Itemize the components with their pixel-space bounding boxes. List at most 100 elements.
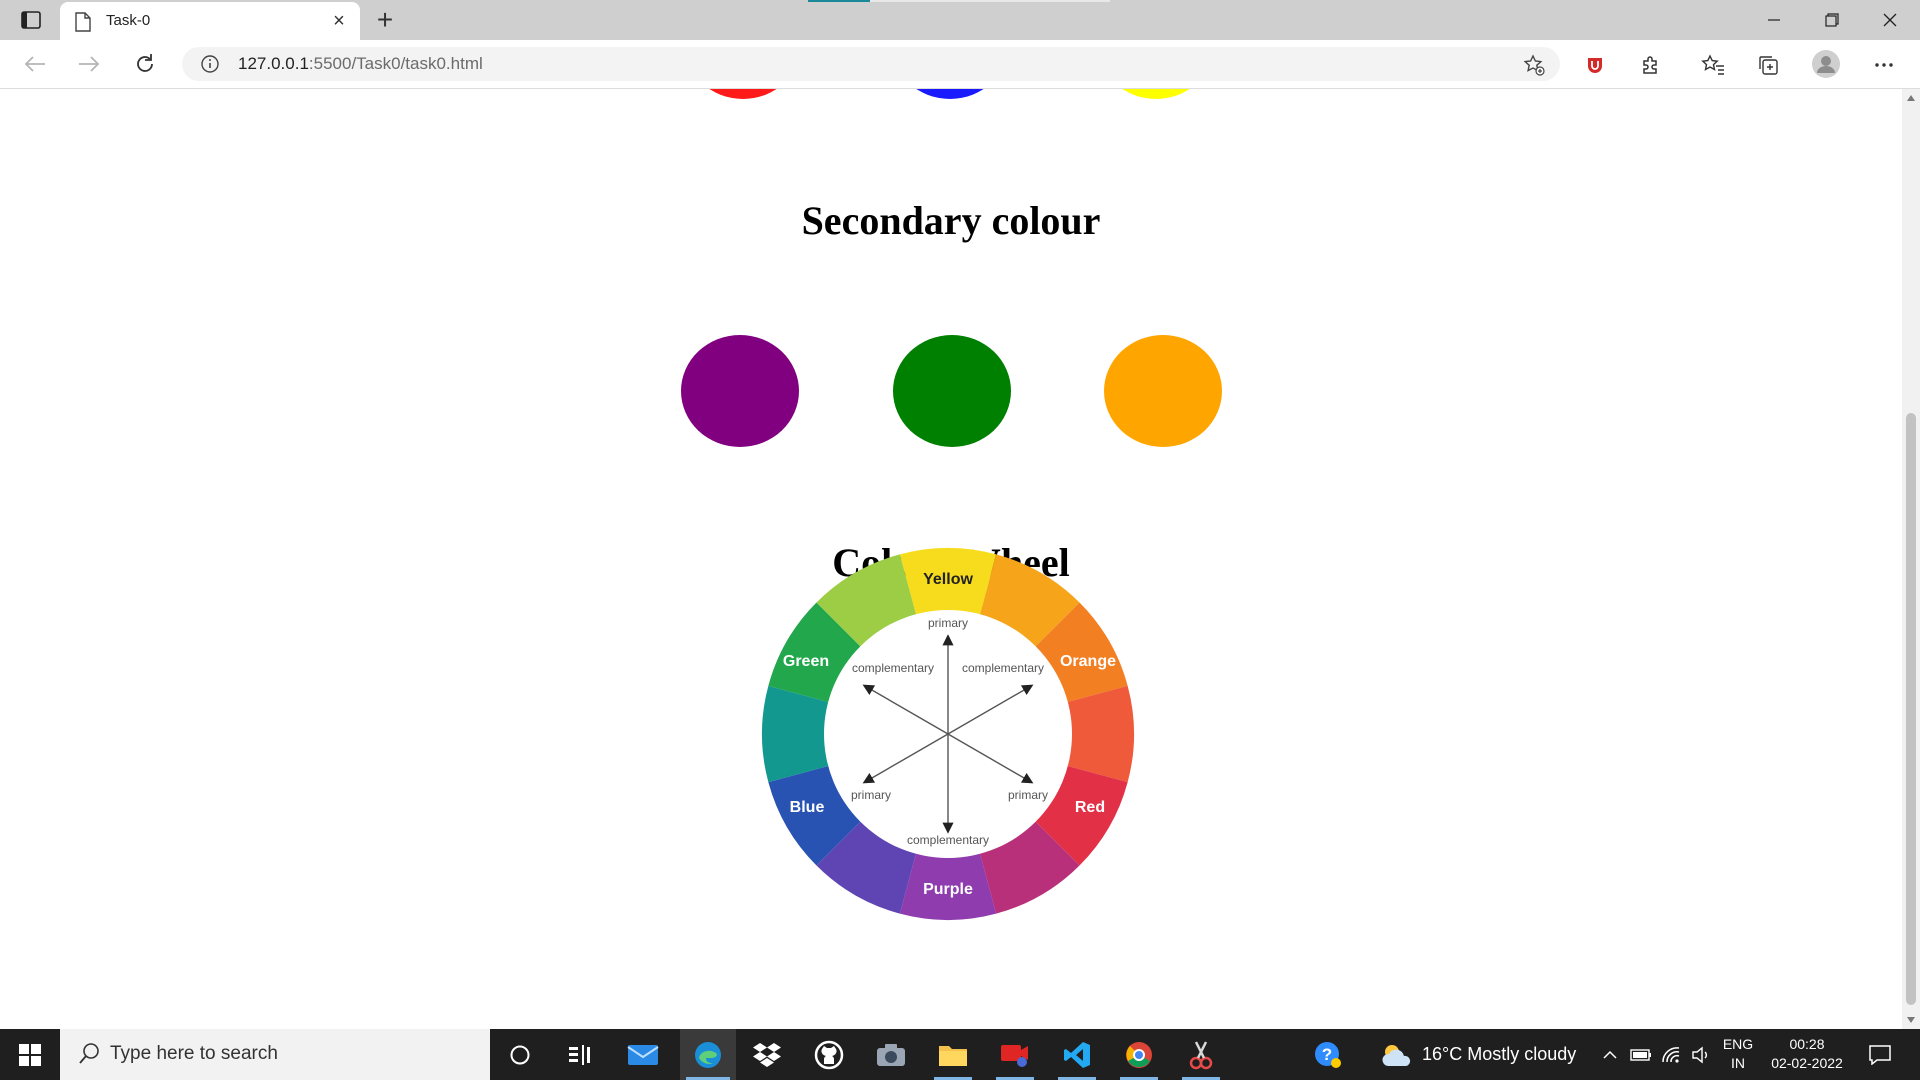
wifi-tray[interactable] [1658, 1029, 1684, 1080]
cloudy-weather-icon [1382, 1044, 1411, 1066]
restore-button[interactable] [1804, 0, 1860, 40]
mail-app[interactable] [618, 1029, 668, 1080]
url-text: 127.0.0.1:5500/Task0/task0.html [238, 54, 483, 74]
tab-actions-icon [21, 11, 41, 29]
svg-text:?: ? [1322, 1045, 1332, 1064]
github-desktop-app[interactable] [804, 1029, 854, 1080]
windows-taskbar: Type here to search ? 16°C Mostly cloudy… [0, 1029, 1920, 1080]
inner-label-primary-left: primary [851, 788, 891, 802]
wheel-segment [762, 685, 833, 783]
chrome-app[interactable] [1114, 1029, 1164, 1080]
task-view-button[interactable] [556, 1029, 604, 1080]
restore-icon [1825, 13, 1839, 27]
camera-app[interactable] [866, 1029, 916, 1080]
site-info-icon[interactable] [200, 54, 220, 74]
chrome-icon [1126, 1041, 1152, 1068]
windows-logo-icon [19, 1043, 41, 1066]
secondary-colour-heading: Secondary colour [801, 198, 1101, 243]
colour-wheel-image: Yellow Orange Red Purple Blue Green prim… [762, 548, 1134, 920]
taskbar-search-box[interactable]: Type here to search [60, 1029, 490, 1080]
language-code: ENG [1722, 1036, 1754, 1052]
minimize-button[interactable] [1746, 0, 1802, 40]
wheel-label-blue: Blue [790, 799, 825, 816]
refresh-icon [137, 54, 153, 72]
wheel-label-orange: Orange [1060, 653, 1116, 670]
browser-tab[interactable]: Task-0 × [60, 2, 360, 40]
close-icon [1883, 13, 1897, 27]
add-favorite-icon[interactable] [1522, 53, 1546, 77]
scroll-up-arrow-icon[interactable] [1907, 95, 1915, 101]
tab-strip-accent [808, 0, 870, 2]
collections-icon [1759, 56, 1778, 75]
close-window-button[interactable] [1862, 0, 1918, 40]
edge-app[interactable] [680, 1029, 736, 1080]
search-placeholder: Type here to search [110, 1043, 278, 1064]
vscode-app[interactable] [1052, 1029, 1102, 1080]
favorites-button[interactable] [1700, 52, 1726, 78]
primary-circle-blue [891, 89, 1009, 99]
back-button[interactable] [18, 48, 52, 80]
wheel-label-purple: Purple [923, 881, 973, 898]
speaker-icon [1692, 1046, 1707, 1063]
weather-widget[interactable]: 16°C Mostly cloudy [1380, 1029, 1590, 1080]
secondary-circle-green [893, 335, 1011, 447]
search-icon [79, 1043, 99, 1064]
scrollbar-thumb[interactable] [1906, 413, 1916, 1005]
more-dots-icon [1875, 63, 1893, 67]
clock[interactable]: 00:28 02-02-2022 [1762, 1035, 1852, 1073]
cortana-button[interactable] [496, 1029, 544, 1080]
language-indicator[interactable]: ENG IN [1716, 1035, 1760, 1073]
tab-actions-button[interactable] [14, 7, 48, 33]
vertical-scrollbar[interactable] [1902, 89, 1920, 1029]
vscode-icon [1064, 1041, 1090, 1068]
github-icon [814, 1040, 844, 1069]
mail-icon [627, 1044, 659, 1065]
task-view-icon [569, 1044, 590, 1065]
volume-tray[interactable] [1688, 1029, 1714, 1080]
notifications-button[interactable] [1858, 1029, 1902, 1080]
inner-label-complementary-left: complementary [852, 661, 934, 675]
extensions-button[interactable] [1638, 52, 1664, 78]
camera-icon [877, 1043, 905, 1066]
help-icon: ? [1315, 1041, 1341, 1068]
scroll-down-arrow-icon[interactable] [1907, 1017, 1915, 1023]
pdf-extension-button[interactable] [1582, 52, 1608, 78]
inner-label-primary-right: primary [1008, 788, 1048, 802]
chevron-up-icon [1603, 1050, 1617, 1059]
inner-label-primary-top: primary [928, 616, 968, 630]
navigation-bar: 127.0.0.1:5500/Task0/task0.html [0, 40, 1920, 89]
folder-icon [939, 1045, 967, 1066]
new-tab-button[interactable]: + [370, 5, 400, 35]
inner-label-complementary-bottom: complementary [907, 833, 989, 847]
extension-shield-icon [1588, 58, 1602, 73]
refresh-button[interactable] [128, 48, 162, 80]
dropbox-app[interactable] [742, 1029, 792, 1080]
profile-button[interactable] [1811, 49, 1841, 79]
notification-icon [1869, 1044, 1891, 1065]
collections-button[interactable] [1755, 52, 1781, 78]
help-tray-button[interactable]: ? [1306, 1029, 1350, 1080]
settings-menu-button[interactable] [1871, 52, 1897, 78]
address-bar[interactable]: 127.0.0.1:5500/Task0/task0.html [182, 47, 1560, 81]
back-arrow-icon [24, 56, 45, 72]
primary-circle-yellow [1097, 89, 1215, 99]
region-code: IN [1731, 1055, 1745, 1071]
recording-app[interactable] [990, 1029, 1040, 1080]
weather-text: 16°C Mostly cloudy [1422, 1044, 1577, 1064]
edge-icon [695, 1041, 721, 1068]
show-hidden-icons-button[interactable] [1598, 1029, 1622, 1080]
wheel-label-red: Red [1075, 799, 1105, 816]
dropbox-icon [753, 1042, 781, 1067]
snipping-tool-app[interactable] [1176, 1029, 1226, 1080]
battery-tray[interactable] [1628, 1029, 1654, 1080]
close-tab-icon[interactable]: × [328, 9, 350, 33]
secondary-circle-purple [681, 335, 799, 447]
forward-button[interactable] [72, 48, 106, 80]
puzzle-icon [1643, 56, 1657, 74]
start-button[interactable] [0, 1029, 60, 1080]
url-host: 127.0.0.1 [238, 54, 309, 73]
minimize-icon [1768, 19, 1780, 21]
clock-date: 02-02-2022 [1771, 1055, 1843, 1071]
wifi-icon [1662, 1046, 1680, 1063]
file-explorer-app[interactable] [928, 1029, 978, 1080]
